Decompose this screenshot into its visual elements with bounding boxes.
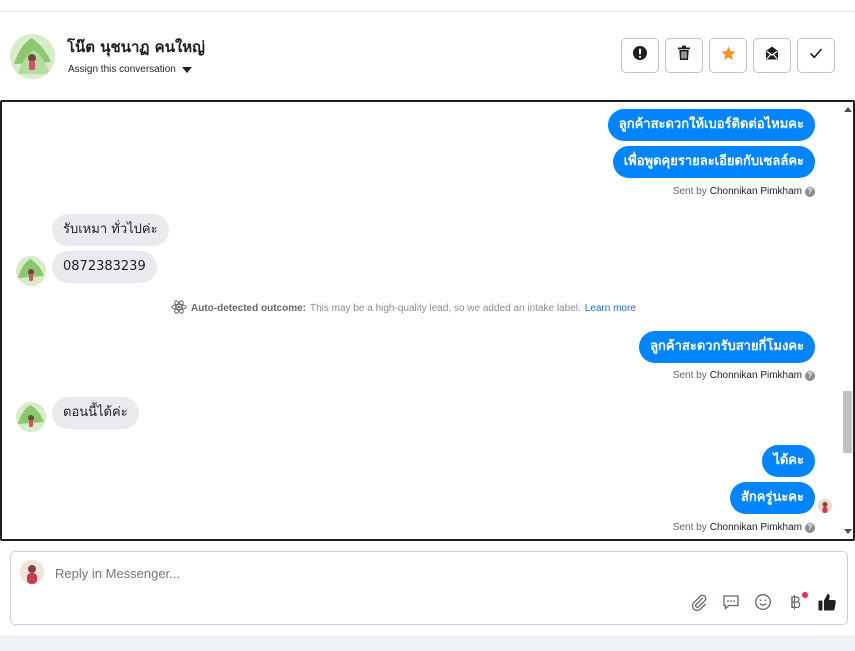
conversation-actions bbox=[621, 38, 835, 73]
message-bubble-outgoing[interactable]: สักครู่นะคะ bbox=[729, 482, 815, 514]
sent-by-label: Sent by Chonnikan Pimkham ? bbox=[673, 370, 815, 381]
help-icon[interactable]: ? bbox=[805, 370, 815, 381]
contact-avatar-small bbox=[16, 402, 46, 432]
payment-button[interactable] bbox=[785, 592, 808, 616]
message-bubble-outgoing[interactable]: ลูกค้าสะดวกรับสายกี่โมงคะ bbox=[639, 331, 815, 363]
message-bubble-outgoing[interactable]: ได้คะ bbox=[762, 445, 815, 477]
sender-name: Chonnikan Pimkham bbox=[709, 522, 802, 533]
reply-input[interactable] bbox=[55, 566, 655, 581]
contact-avatar[interactable] bbox=[10, 34, 55, 79]
exclamation-icon bbox=[632, 45, 648, 66]
page-avatar bbox=[20, 560, 44, 584]
emoji-button[interactable] bbox=[753, 593, 773, 616]
paperclip-icon bbox=[690, 593, 708, 616]
star-icon bbox=[720, 45, 737, 67]
scroll-up-arrow-icon[interactable] bbox=[844, 107, 852, 112]
assign-label: Assign this conversation bbox=[68, 64, 176, 75]
sender-name: Chonnikan Pimkham bbox=[709, 186, 802, 197]
composer-tools bbox=[689, 592, 837, 617]
assign-conversation-dropdown[interactable]: Assign this conversation bbox=[68, 64, 192, 75]
saved-reply-icon bbox=[722, 593, 740, 616]
thread-scrollbar[interactable] bbox=[841, 102, 853, 539]
message-bubble-incoming[interactable]: รับเหมา ทั่วไปค่ะ bbox=[52, 214, 169, 246]
mark-done-button[interactable] bbox=[797, 38, 835, 73]
atom-icon bbox=[171, 300, 187, 317]
envelope-icon bbox=[764, 45, 780, 66]
delete-button[interactable] bbox=[665, 38, 703, 73]
notification-dot bbox=[802, 592, 808, 598]
sender-name: Chonnikan Pimkham bbox=[709, 370, 802, 381]
scroll-down-arrow-icon[interactable] bbox=[844, 529, 852, 534]
notice-label: Auto-detected outcome: bbox=[191, 303, 306, 314]
trash-icon bbox=[677, 45, 691, 66]
sent-by-label: Sent by Chonnikan Pimkham ? bbox=[673, 522, 815, 533]
thumbs-up-icon bbox=[817, 592, 837, 617]
caret-down-icon bbox=[181, 66, 192, 73]
contact-avatar-small bbox=[16, 256, 46, 286]
saved-replies-button[interactable] bbox=[721, 594, 741, 614]
message-bubble-incoming[interactable]: 0872383239 bbox=[52, 251, 157, 283]
message-bubble-outgoing[interactable]: เพื่อพูดคุยรายละเอียดกับเซลล์คะ bbox=[612, 146, 815, 178]
contact-name: โน๊ต นุชนาฏ คนใหญ่ bbox=[67, 38, 205, 56]
sent-by-label: Sent by Chonnikan Pimkham ? bbox=[673, 186, 815, 197]
reply-composer bbox=[10, 551, 848, 625]
sent-by-prefix: Sent by bbox=[672, 186, 707, 197]
sent-by-prefix: Sent by bbox=[672, 522, 707, 533]
learn-more-link[interactable]: Learn more bbox=[585, 303, 636, 314]
mark-spam-button[interactable] bbox=[621, 38, 659, 73]
check-icon bbox=[808, 45, 824, 66]
conversation-header: โน๊ต นุชนาฏ คนใหญ่ Assign this conversat… bbox=[0, 12, 855, 100]
emoji-icon bbox=[754, 593, 772, 616]
help-icon[interactable]: ? bbox=[805, 186, 815, 197]
scroll-thumb[interactable] bbox=[843, 391, 852, 453]
page-footer-band bbox=[0, 635, 855, 651]
message-thread[interactable]: ลูกค้าสะดวกให้เบอร์ติดต่อไหมคะ เพื่อพูดค… bbox=[0, 100, 855, 541]
message-bubble-incoming[interactable]: ตอนนี้ได้ค่ะ bbox=[52, 397, 139, 429]
attach-button[interactable] bbox=[689, 594, 709, 614]
notice-text: This may be a high-quality lead, so we a… bbox=[310, 303, 581, 314]
help-icon[interactable]: ? bbox=[805, 522, 815, 533]
message-bubble-outgoing[interactable]: ลูกค้าสะดวกให้เบอร์ติดต่อไหมคะ bbox=[607, 109, 815, 141]
thumbs-up-button[interactable] bbox=[817, 592, 837, 617]
auto-detected-outcome-notice: Auto-detected outcome: This may be a hig… bbox=[171, 300, 636, 317]
sent-by-prefix: Sent by bbox=[672, 370, 707, 381]
mark-unread-button[interactable] bbox=[753, 38, 791, 73]
seen-by-avatar bbox=[818, 499, 832, 513]
star-button[interactable] bbox=[709, 38, 747, 73]
baht-payment-icon bbox=[788, 593, 802, 616]
